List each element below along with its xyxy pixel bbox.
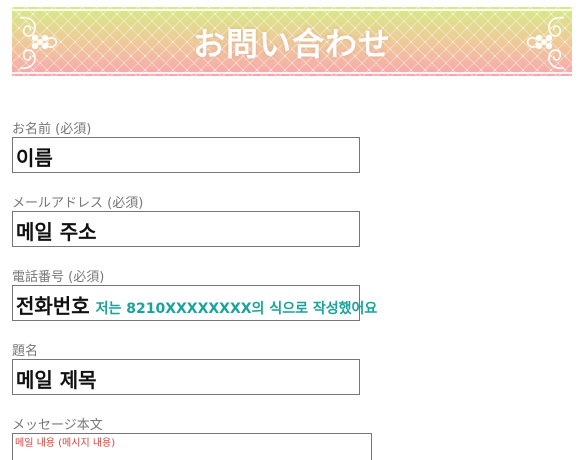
name-field-value: 이름: [16, 146, 53, 170]
message-textarea[interactable]: 메일 내용 (메시지 내용): [12, 433, 372, 460]
message-label: メッセージ本文: [12, 418, 103, 433]
contact-page: お問い合わせ お名前 (必須) 이름 メールアドレス (必須) 메일 주소 電話…: [0, 0, 579, 460]
phone-label: 電話番号 (必須): [12, 270, 105, 285]
name-label: お名前 (必須): [12, 122, 92, 137]
phone-field-value: 전화번호: [16, 294, 90, 318]
phone-field-value-wrap: 전화번호 저는 8210XXXXXXXX의 식으로 작성했어요: [16, 290, 377, 319]
phone-field[interactable]: 전화번호 저는 8210XXXXXXXX의 식으로 작성했어요: [12, 285, 377, 321]
banner-bottom-rule: [12, 72, 572, 74]
name-field[interactable]: 이름: [12, 137, 360, 173]
email-field-value: 메일 주소: [16, 220, 97, 244]
subject-field[interactable]: 메일 제목: [12, 359, 360, 395]
banner-top-rule: [12, 9, 572, 11]
page-title: お問い合わせ: [192, 25, 391, 63]
subject-field-value: 메일 제목: [16, 368, 97, 392]
message-textarea-value: 메일 내용 (메시지 내용): [15, 438, 116, 449]
contact-banner: お問い合わせ: [12, 7, 572, 76]
email-field[interactable]: 메일 주소: [12, 211, 360, 247]
email-label: メールアドレス (必須): [12, 196, 144, 211]
subject-label: 題名: [12, 344, 39, 359]
phone-field-note: 저는 8210XXXXXXXX의 식으로 작성했어요: [95, 301, 378, 317]
